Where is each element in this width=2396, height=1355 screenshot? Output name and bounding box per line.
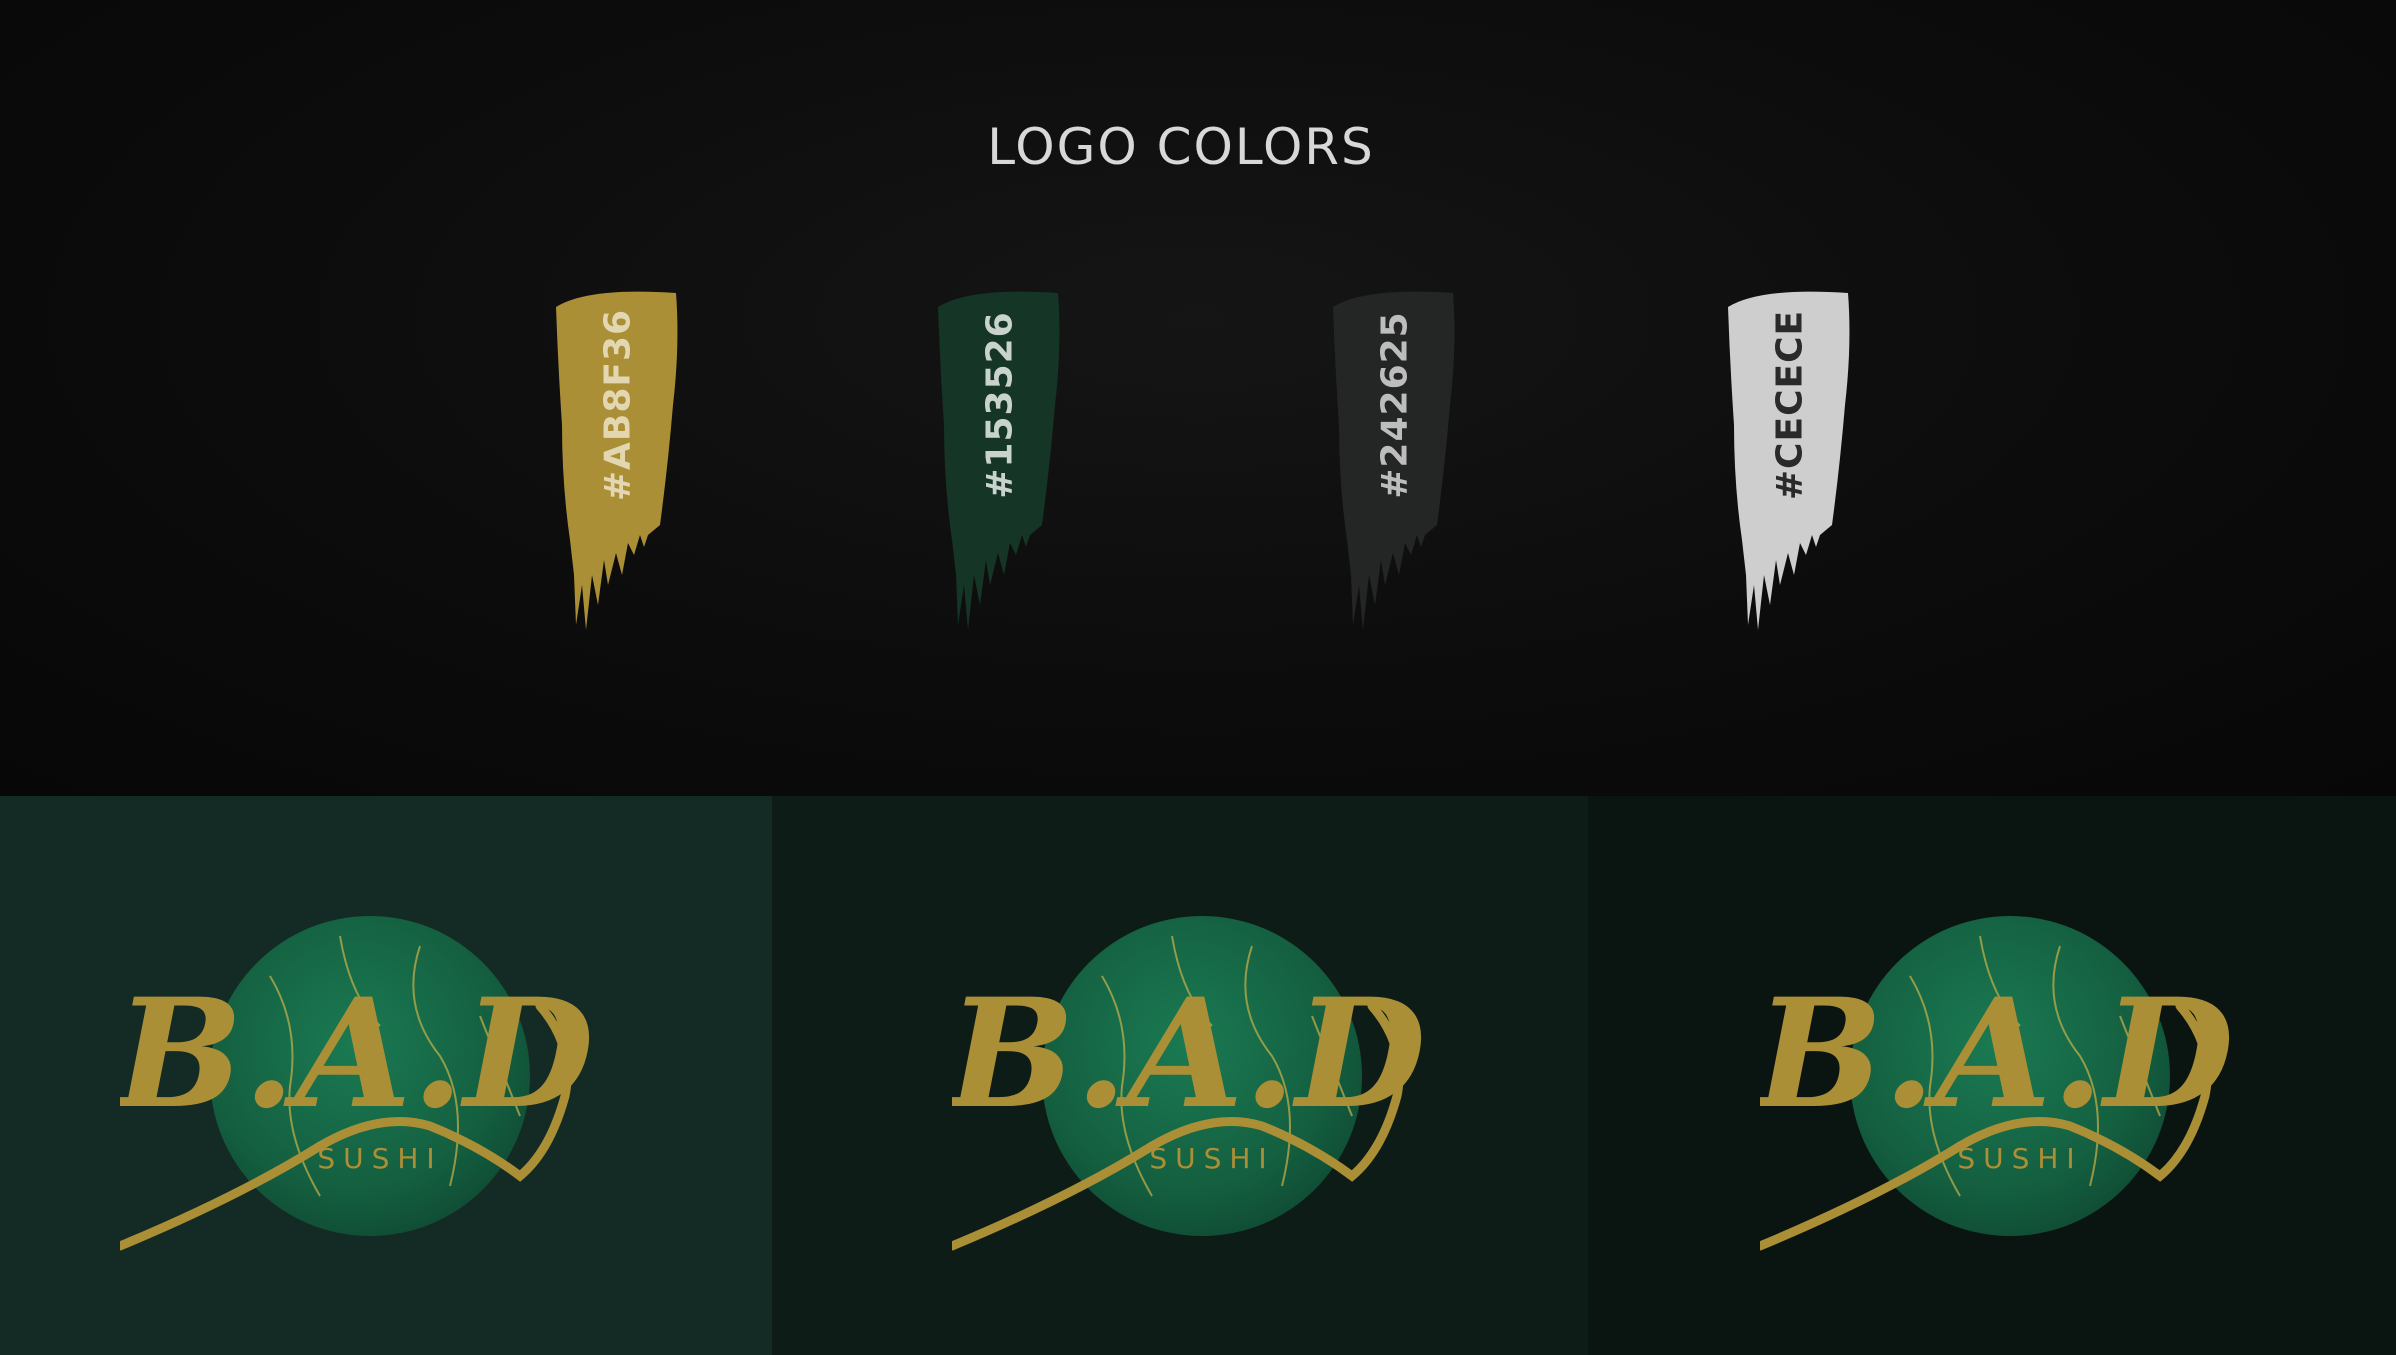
logo-subtitle: SUSHI xyxy=(1149,1142,1274,1175)
swatch-gold: #AB8F36 xyxy=(548,285,688,645)
logo-letters: B.A.D xyxy=(952,966,1426,1142)
section-title: LOGO COLORS xyxy=(987,118,1375,176)
logo-letters: B.A.D xyxy=(120,966,594,1142)
logo-panel-3: B.A.D SUSHI xyxy=(1588,796,2396,1355)
hex-label-charcoal: #242625 xyxy=(1374,311,1416,499)
logo-panel-2: B.A.D SUSHI xyxy=(772,796,1588,1355)
swatch-charcoal: #242625 xyxy=(1325,285,1465,645)
logo-backgrounds-section: B.A.D SUSHI B.A.D SUSHI B.A.D SUSHI xyxy=(0,796,2396,1355)
logo-letters: B.A.D xyxy=(1760,966,2234,1142)
swatch-green: #153526 xyxy=(930,285,1070,645)
bad-sushi-logo: B.A.DSUSHI xyxy=(120,916,594,1251)
bad-sushi-logo: B.A.DSUSHI xyxy=(952,916,1426,1251)
logo-subtitle: SUSHI xyxy=(1957,1142,2082,1175)
logo-panel-1: B.A.D SUSHI xyxy=(0,796,772,1355)
brand-color-sheet: LOGO COLORS #AB8F36 #153526 #242625 #CEC… xyxy=(0,0,2396,1355)
hex-label-gold: #AB8F36 xyxy=(597,308,639,502)
color-palette-section: LOGO COLORS #AB8F36 #153526 #242625 #CEC… xyxy=(0,0,2396,796)
swatch-silver: #CECECE xyxy=(1720,285,1860,645)
hex-label-silver: #CECECE xyxy=(1769,309,1811,501)
hex-label-green: #153526 xyxy=(979,311,1021,499)
logo-subtitle: SUSHI xyxy=(317,1142,442,1175)
bad-sushi-logo: B.A.DSUSHI xyxy=(1760,916,2234,1251)
